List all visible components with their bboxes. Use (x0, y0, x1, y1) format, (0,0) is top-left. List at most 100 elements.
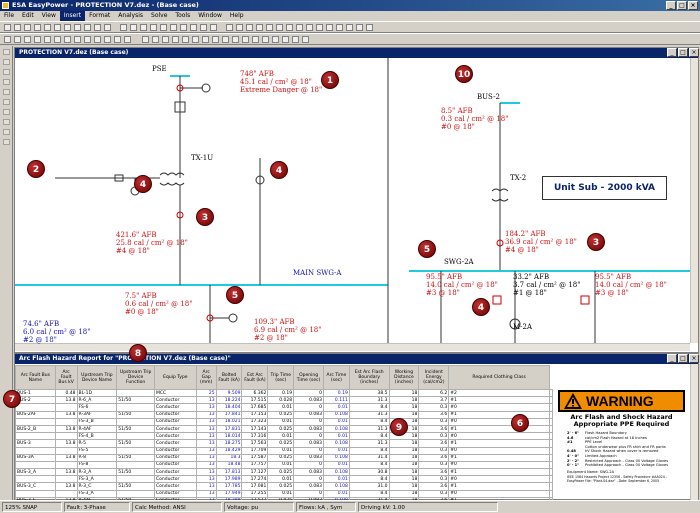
toolbar-button-icon[interactable] (236, 24, 243, 31)
toolbar-button-icon[interactable] (256, 24, 263, 31)
toolbar-button-icon[interactable] (140, 24, 147, 31)
toolbar-button-icon[interactable] (130, 24, 137, 31)
table-row[interactable]: BUS-1 0.48 BL-1D MCC 25 9.509 6.362 0.19 0 0.19 38… (15, 388, 553, 398)
column-header[interactable]: Est Arc Flash Boundary (inches) (348, 365, 390, 390)
toolbar-button-icon[interactable] (34, 36, 41, 43)
column-header[interactable]: Opening Time (sec) (293, 365, 324, 390)
menu-insert[interactable]: Insert (59, 11, 86, 21)
palette-tool-icon[interactable] (3, 99, 10, 105)
toolbar-button-icon[interactable] (210, 24, 217, 31)
palette-tool-icon[interactable] (3, 59, 10, 65)
toolbar-button-icon[interactable] (4, 36, 11, 43)
toolbar-button-icon[interactable] (326, 24, 333, 31)
toolbar-button-icon[interactable] (292, 36, 299, 43)
oneline-diagram[interactable] (15, 58, 690, 344)
table-row[interactable]: FS-8 Conductor 13 18.48 17.757 0.01 0 0.01 8.4 18… (15, 460, 553, 470)
table-row[interactable]: BUS-3A 13.8 R-8 51/50 Conductor 13 18.3 17.587 0… (15, 453, 553, 462)
toolbar-button-icon[interactable] (192, 36, 199, 43)
minimize-button[interactable]: _ (666, 1, 676, 10)
toolbar-button-icon[interactable] (252, 36, 259, 43)
toolbar-button-icon[interactable] (94, 36, 101, 43)
toolbar-button-icon[interactable] (34, 24, 41, 31)
column-header[interactable]: Arc Fault Bus kV (54, 365, 78, 390)
oneline-maximize-button[interactable]: □ (678, 48, 688, 57)
toolbar-button-icon[interactable] (24, 24, 31, 31)
toolbar-button-icon[interactable] (222, 36, 229, 43)
toolbar-button-icon[interactable] (212, 36, 219, 43)
toolbar-button-icon[interactable] (54, 24, 61, 31)
table-row[interactable]: FS-3_A Conductor 13 17.949 17.255 0.01 0 0.01 8.… (15, 489, 553, 498)
table-row[interactable]: BUS-3_C 13.8 R-3_C 51/50 Conductor 13 17.785 17… (15, 482, 553, 491)
toolbar-button-icon[interactable] (246, 24, 253, 31)
table-row[interactable]: BUS-2 13.8 R-6_A 51/50 Conductor 13 18.224 17.5… (15, 396, 553, 405)
toolbar-button-icon[interactable] (296, 24, 303, 31)
close-button[interactable]: × (688, 1, 698, 10)
toolbar-button-icon[interactable] (170, 24, 177, 31)
column-header[interactable]: Equip Type (154, 365, 197, 390)
table-row[interactable]: BUS-3 13.8 R-5 51/50 Conductor 13 18.275 17.563… (15, 439, 553, 448)
palette-tool-icon[interactable] (3, 139, 10, 145)
palette-tool-icon[interactable] (3, 119, 10, 125)
toolbar-button-icon[interactable] (54, 36, 61, 43)
menu-format[interactable]: Format (85, 11, 114, 21)
report-maximize-button[interactable]: □ (678, 354, 688, 363)
column-header[interactable]: Working Distance (inches) (388, 365, 420, 390)
table-row[interactable]: BUS-2_B 13.8 R-4AF 51/50 Conductor 13 17.831 17… (15, 424, 553, 434)
report-minimize-button[interactable]: _ (667, 354, 677, 363)
column-header[interactable]: Est Arc Fault (kA) (241, 365, 269, 390)
toolbar-button-icon[interactable] (84, 36, 91, 43)
toolbar-button-icon[interactable] (200, 24, 207, 31)
menu-analysis[interactable]: Analysis (114, 11, 147, 21)
toolbar-button-icon[interactable] (160, 24, 167, 31)
oneline-horizontal-scrollbar[interactable] (15, 343, 690, 351)
toolbar-button-icon[interactable] (24, 36, 31, 43)
toolbar-button-icon[interactable] (114, 36, 121, 43)
oneline-vertical-scrollbar[interactable] (690, 58, 698, 343)
toolbar-button-icon[interactable] (286, 24, 293, 31)
column-header[interactable]: Arc Fault Bus Name (15, 365, 56, 390)
report-vertical-scrollbar[interactable] (690, 364, 698, 500)
menu-view[interactable]: View (38, 11, 60, 21)
palette-tool-icon[interactable] (3, 79, 10, 85)
toolbar-button-icon[interactable] (152, 36, 159, 43)
table-row[interactable]: FS-5 Conductor 13 18.429 17.709 0.01 0 0.01 8.4 1… (15, 446, 553, 455)
palette-tool-icon[interactable] (3, 109, 10, 115)
toolbar-button-icon[interactable] (306, 24, 313, 31)
column-header[interactable]: Arc Time (sec) (323, 365, 350, 390)
toolbar-button-icon[interactable] (150, 24, 157, 31)
toolbar-button-icon[interactable] (366, 24, 373, 31)
menu-tools[interactable]: Tools (171, 11, 194, 21)
palette-tool-icon[interactable] (3, 69, 10, 75)
table-row[interactable]: FS-4_B Conductor 13 18.014 17.316 0.01 0 0.01 8.… (15, 432, 553, 441)
toolbar-button-icon[interactable] (190, 24, 197, 31)
toolbar-button-icon[interactable] (120, 24, 127, 31)
column-header[interactable]: Required Clothing Class (448, 365, 550, 390)
toolbar-button-icon[interactable] (242, 36, 249, 43)
toolbar-button-icon[interactable] (74, 36, 81, 43)
toolbar-button-icon[interactable] (336, 24, 343, 31)
toolbar-button-icon[interactable] (202, 36, 209, 43)
palette-tool-icon[interactable] (3, 129, 10, 135)
toolbar-button-icon[interactable] (316, 24, 323, 31)
oneline-minimize-button[interactable]: _ (667, 48, 677, 57)
column-header[interactable]: Upstream Trip Device Function (116, 365, 155, 390)
column-header[interactable]: Arc Gap (mm) (195, 365, 217, 390)
toolbar-button-icon[interactable] (94, 24, 101, 31)
toolbar-button-icon[interactable] (226, 24, 233, 31)
toolbar-button-icon[interactable] (346, 24, 353, 31)
oneline-close-button[interactable]: × (689, 48, 699, 57)
toolbar-button-icon[interactable] (104, 24, 111, 31)
palette-tool-icon[interactable] (3, 49, 10, 55)
toolbar-button-icon[interactable] (282, 36, 289, 43)
maximize-button[interactable]: □ (677, 1, 687, 10)
menu-solve[interactable]: Solve (147, 11, 171, 21)
table-row[interactable]: BUS-2AF 13.8 R-3AF 51/50 Conductor 13 17.841 17… (15, 410, 553, 419)
toolbar-button-icon[interactable] (266, 24, 273, 31)
toolbar-button-icon[interactable] (64, 36, 71, 43)
toolbar-button-icon[interactable] (182, 36, 189, 43)
toolbar-button-icon[interactable] (14, 36, 21, 43)
toolbar-button-icon[interactable] (64, 24, 71, 31)
menu-window[interactable]: Window (194, 11, 226, 21)
toolbar-button-icon[interactable] (272, 36, 279, 43)
toolbar-button-icon[interactable] (162, 36, 169, 43)
